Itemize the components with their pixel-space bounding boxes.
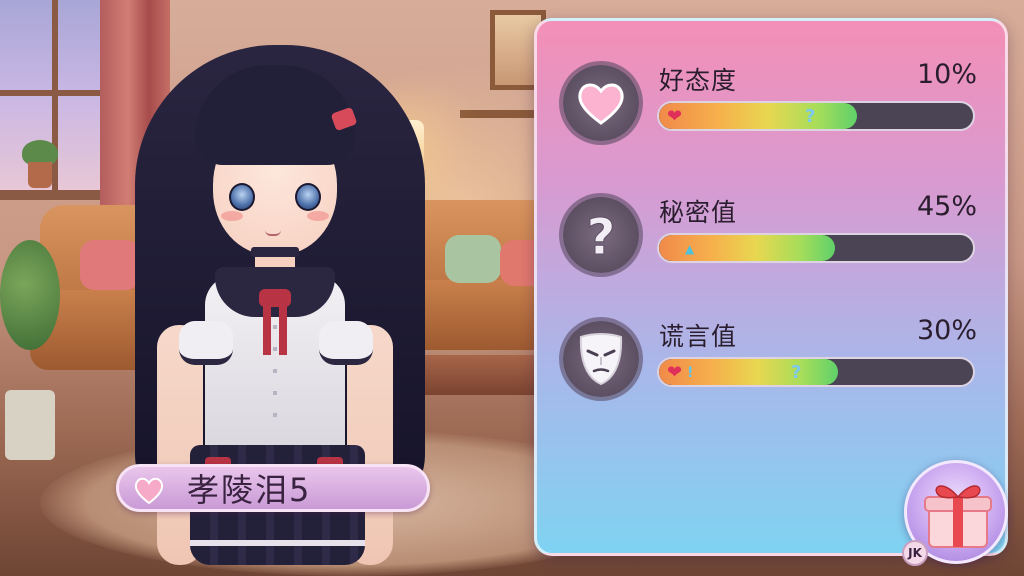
- question-mark-icon: ?: [791, 362, 802, 383]
- wall-shelf: [460, 110, 540, 118]
- progress-bar: ▲: [657, 233, 975, 263]
- heart-icon: [578, 83, 624, 125]
- stat-secret: ? 秘密值 45% ▲: [537, 191, 1011, 293]
- heart-icon: ❤: [667, 106, 683, 127]
- heart-badge: [557, 59, 645, 147]
- right-eye: [295, 183, 321, 211]
- floor-plant: [0, 240, 70, 460]
- stat-label: 秘密值: [659, 198, 738, 227]
- exclamation-icon: !: [687, 365, 694, 381]
- stat-value: 45%: [916, 191, 977, 222]
- progress-fill: [659, 103, 857, 129]
- stat-label: 谎言值: [659, 322, 738, 351]
- question-mark-icon: ?: [586, 208, 616, 262]
- question-badge: ?: [557, 191, 645, 279]
- stat-value: 30%: [916, 315, 977, 346]
- progress-bar: ❤ ?: [657, 101, 975, 131]
- arrow-up-icon: ▲: [685, 242, 695, 256]
- gift-box-icon: [924, 485, 992, 548]
- right-sleeve: [319, 321, 373, 365]
- left-sleeve: [179, 321, 233, 365]
- progress-fill: [659, 359, 838, 385]
- progress-bar: ❤ ! ?: [657, 357, 975, 387]
- heart-icon: ❤: [667, 362, 683, 383]
- stat-lie: 谎言值 30% ❤ ! ?: [537, 315, 1011, 417]
- stat-favorability: 好态度 10% ❤ ?: [537, 59, 1011, 161]
- svg-text:?: ?: [586, 208, 615, 262]
- heart-icon: [134, 477, 164, 505]
- gift-badge: JK: [902, 540, 928, 566]
- character-name-plate: 孝陵泪5: [116, 464, 430, 512]
- mask-icon: [579, 333, 623, 386]
- character-name: 孝陵泪5: [187, 471, 312, 509]
- left-eye: [229, 183, 255, 211]
- mask-badge: [557, 315, 645, 403]
- stat-value: 10%: [916, 59, 977, 90]
- question-mark-icon: ?: [805, 106, 816, 127]
- stat-label: 好态度: [659, 66, 738, 95]
- choker: [251, 247, 299, 257]
- windowsill-plant: [22, 140, 58, 190]
